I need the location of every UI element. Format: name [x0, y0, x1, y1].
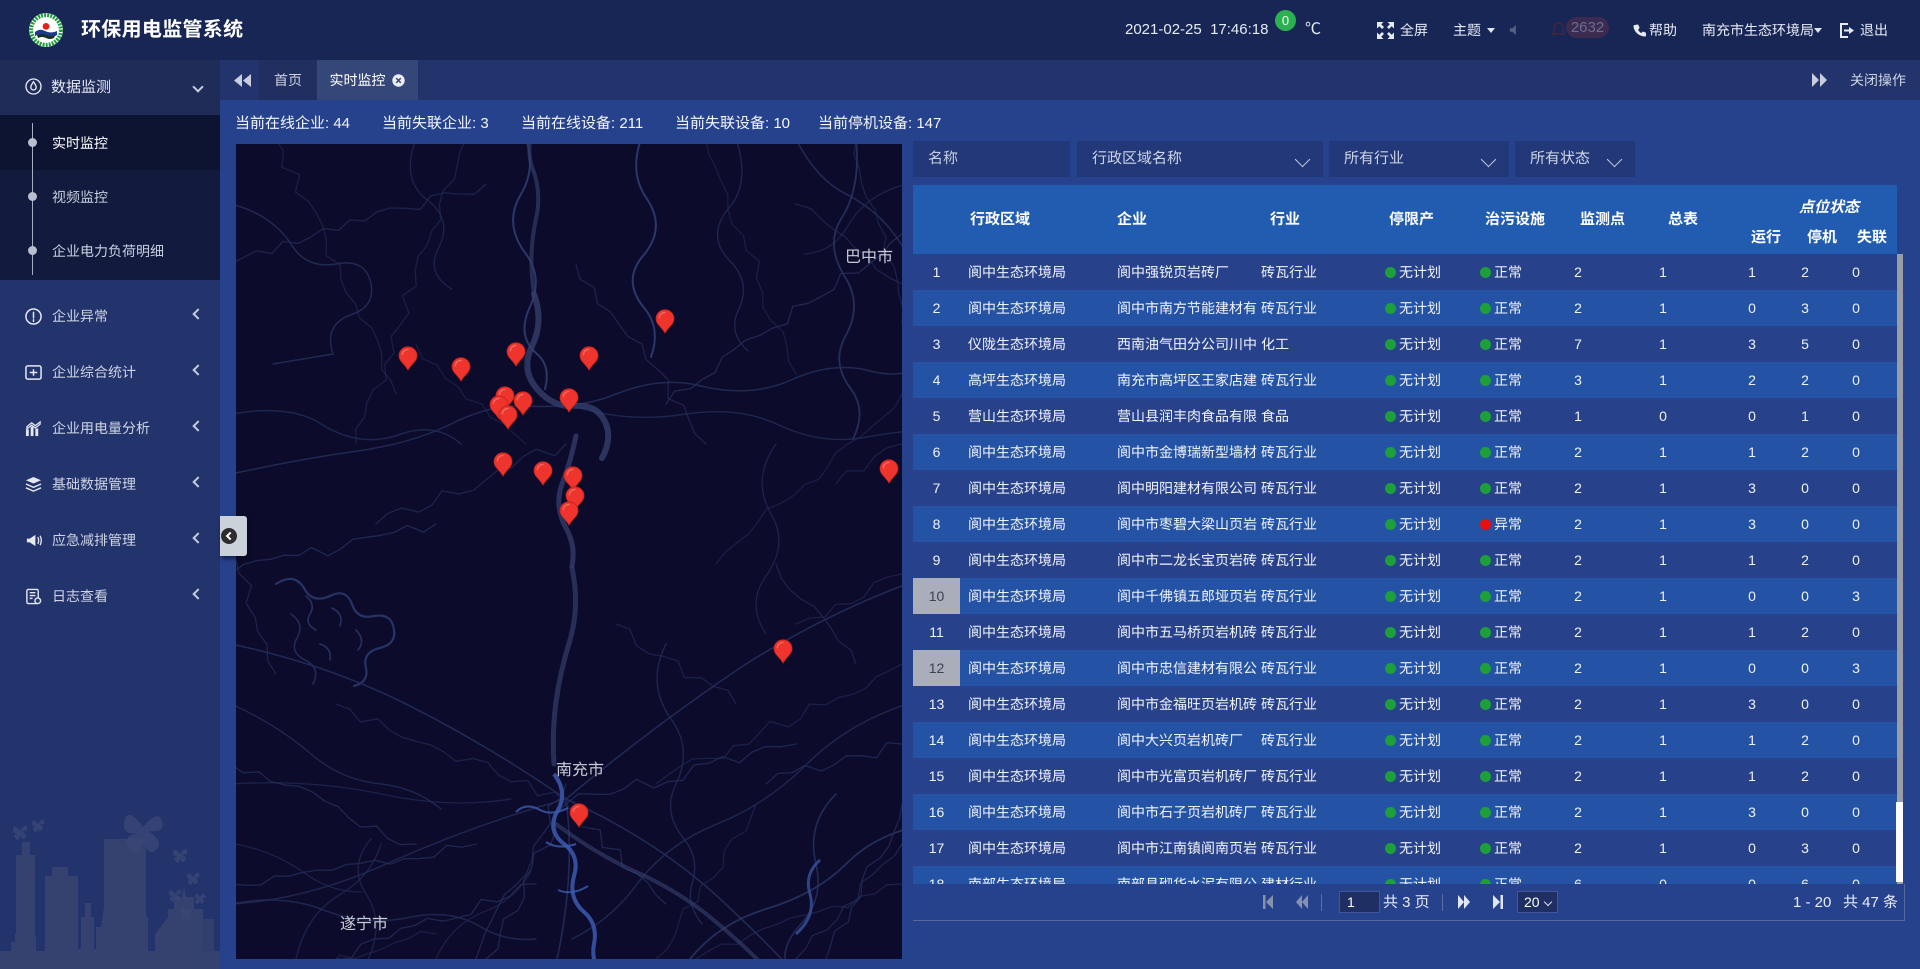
svg-text:巴中市: 巴中市	[845, 248, 893, 266]
svg-text:遂宁市: 遂宁市	[340, 915, 388, 933]
svg-text:南充市: 南充市	[556, 761, 604, 779]
